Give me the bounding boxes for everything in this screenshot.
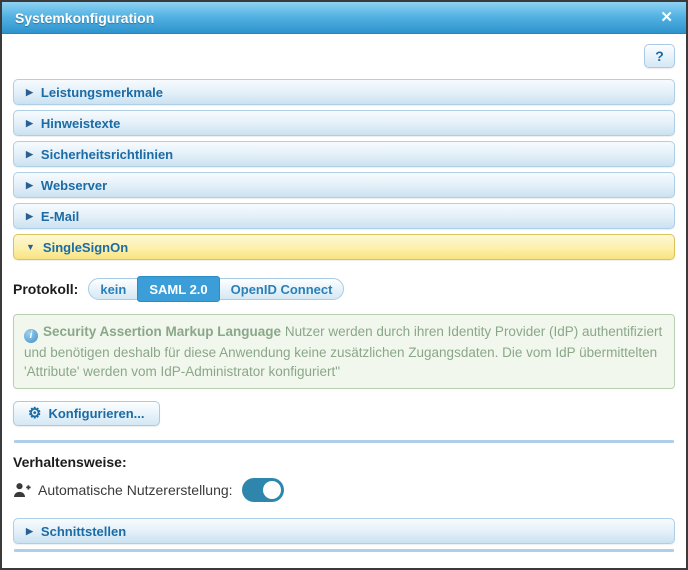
accordion-sicherheitsrichtlinien[interactable]: ▶ Sicherheitsrichtlinien [13, 141, 675, 167]
auto-user-label: Automatische Nutzererstellung: [38, 482, 233, 498]
info-title: Security Assertion Markup Language [43, 324, 282, 339]
saml-info-box: i Security Assertion Markup Language Nutz… [13, 314, 675, 389]
toggle-knob [262, 481, 281, 499]
divider [14, 440, 674, 443]
protocol-option-openid[interactable]: OpenID Connect [218, 278, 345, 300]
accordion-email[interactable]: ▶ E-Mail [13, 203, 675, 229]
chevron-down-icon: ▼ [26, 242, 35, 252]
help-button[interactable]: ? [644, 44, 675, 68]
accordion-webserver[interactable]: ▶ Webserver [13, 172, 675, 198]
accordion-singlesignon[interactable]: ▼ SingleSignOn [13, 234, 675, 260]
accordion-label: Leistungsmerkmale [40, 84, 164, 100]
chevron-right-icon: ▶ [26, 117, 33, 128]
system-config-dialog: Systemkonfiguration ✕ ? ▶ Leistungsmerkm… [0, 0, 688, 570]
accordion-label: E-Mail [40, 208, 80, 224]
chevron-right-icon: ▶ [26, 525, 33, 536]
chevron-right-icon: ▶ [26, 86, 33, 97]
behavior-heading: Verhaltensweise: [13, 454, 127, 470]
configure-button-label: Konfigurieren... [48, 406, 145, 421]
auto-user-toggle[interactable] [241, 478, 284, 502]
info-icon: i [24, 329, 38, 343]
protocol-label: Protokoll: [13, 281, 79, 297]
dialog-titlebar: Systemkonfiguration ✕ [2, 2, 686, 34]
user-add-icon [13, 482, 32, 498]
accordion-label: Hinweistexte [40, 115, 121, 131]
accordion-label: Schnittstellen [40, 523, 127, 539]
chevron-right-icon: ▶ [26, 148, 33, 159]
protocol-option-saml[interactable]: SAML 2.0 [137, 276, 220, 302]
accordion-leistungsmerkmale[interactable]: ▶ Leistungsmerkmale [13, 79, 675, 105]
dialog-title: Systemkonfiguration [15, 9, 155, 26]
chevron-right-icon: ▶ [26, 179, 33, 190]
accordion-hinweistexte[interactable]: ▶ Hinweistexte [13, 110, 675, 136]
dialog-body: ? ▶ Leistungsmerkmale ▶ Hinweistexte ▶ S… [2, 34, 686, 568]
protocol-option-kein[interactable]: kein [88, 278, 139, 300]
accordion-label: Sicherheitsrichtlinien [40, 146, 174, 162]
configure-button[interactable]: ⚙ Konfigurieren... [13, 401, 160, 426]
accordion-label: SingleSignOn [42, 239, 129, 255]
accordion-label: Webserver [40, 177, 108, 193]
chevron-right-icon: ▶ [26, 210, 33, 221]
help-row: ? [12, 44, 675, 68]
close-icon[interactable]: ✕ [660, 10, 673, 25]
divider [14, 549, 674, 552]
auto-user-row: Automatische Nutzererstellung: [13, 478, 675, 502]
protocol-segmented-control: kein SAML 2.0 OpenID Connect [88, 276, 345, 302]
accordion-schnittstellen[interactable]: ▶ Schnittstellen [13, 518, 675, 544]
protocol-row: Protokoll: kein SAML 2.0 OpenID Connect [13, 276, 675, 302]
gear-icon: ⚙ [28, 405, 42, 422]
